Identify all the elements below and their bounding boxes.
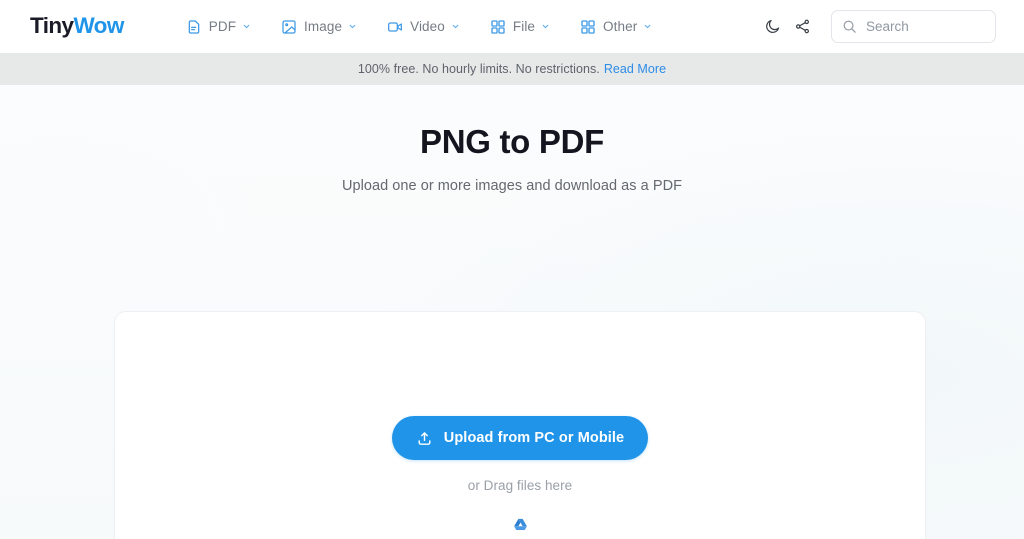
google-drive-upload-button[interactable] xyxy=(507,512,533,538)
nav-item-image[interactable]: Image xyxy=(281,19,357,35)
page-title: PNG to PDF xyxy=(420,123,604,160)
upload-from-pc-or-mobile-button[interactable]: Upload from PC or Mobile xyxy=(391,416,649,460)
promo-banner-text: 100% free. No hourly limits. No restrict… xyxy=(357,62,600,76)
search-icon xyxy=(842,19,857,34)
search-input[interactable] xyxy=(866,19,985,34)
promo-banner: 100% free. No hourly limits. No restrict… xyxy=(0,53,1024,85)
nav-label-image: Image xyxy=(304,19,343,34)
main-navigation: PDF Image Video File Other xyxy=(186,19,653,35)
video-camera-icon xyxy=(387,19,403,35)
chevron-down-icon xyxy=(541,22,550,31)
nav-item-file[interactable]: File xyxy=(490,19,550,35)
nav-item-other[interactable]: Other xyxy=(580,19,652,35)
share-nodes-icon xyxy=(794,18,811,35)
header-actions xyxy=(757,10,996,43)
page-subtitle: Upload one or more images and download a… xyxy=(341,177,683,194)
image-icon xyxy=(281,19,297,35)
site-header: TinyWow PDF Image Video File Other Searc… xyxy=(0,0,1024,53)
chevron-down-icon xyxy=(451,22,460,31)
read-more-link[interactable]: Read More xyxy=(604,62,666,76)
share-button[interactable] xyxy=(787,12,817,42)
nav-item-pdf[interactable]: PDF xyxy=(186,19,251,35)
upload-dropzone-card[interactable]: Upload from PC or Mobile or Drag files h… xyxy=(114,311,926,539)
search-box[interactable] xyxy=(831,10,996,43)
chevron-down-icon xyxy=(348,22,357,31)
chevron-down-icon xyxy=(242,22,251,31)
nav-label-other: Other xyxy=(603,19,638,34)
main-content: PNG to PDF Upload one or more images and… xyxy=(0,85,1024,539)
upload-arrow-icon xyxy=(416,430,433,447)
nav-item-video[interactable]: Video xyxy=(387,19,460,35)
nav-label-video: Video xyxy=(410,19,445,34)
nav-label-pdf: PDF xyxy=(208,19,237,34)
google-drive-icon xyxy=(513,518,528,532)
cloud-source-row xyxy=(507,512,533,538)
grid-squares-icon xyxy=(490,19,506,35)
grid-squares-icon xyxy=(580,19,596,35)
logo[interactable]: TinyWow xyxy=(30,15,124,38)
pdf-document-icon xyxy=(186,19,202,35)
nav-label-file: File xyxy=(512,19,536,34)
upload-button-label: Upload from PC or Mobile xyxy=(443,430,625,446)
chevron-down-icon xyxy=(643,22,652,31)
dark-mode-toggle[interactable] xyxy=(757,12,787,42)
drag-files-hint: or Drag files here xyxy=(467,478,573,493)
moon-icon xyxy=(764,18,781,35)
logo-text-accent: Wow xyxy=(73,13,124,39)
logo-text-primary: Tiny xyxy=(30,13,74,39)
